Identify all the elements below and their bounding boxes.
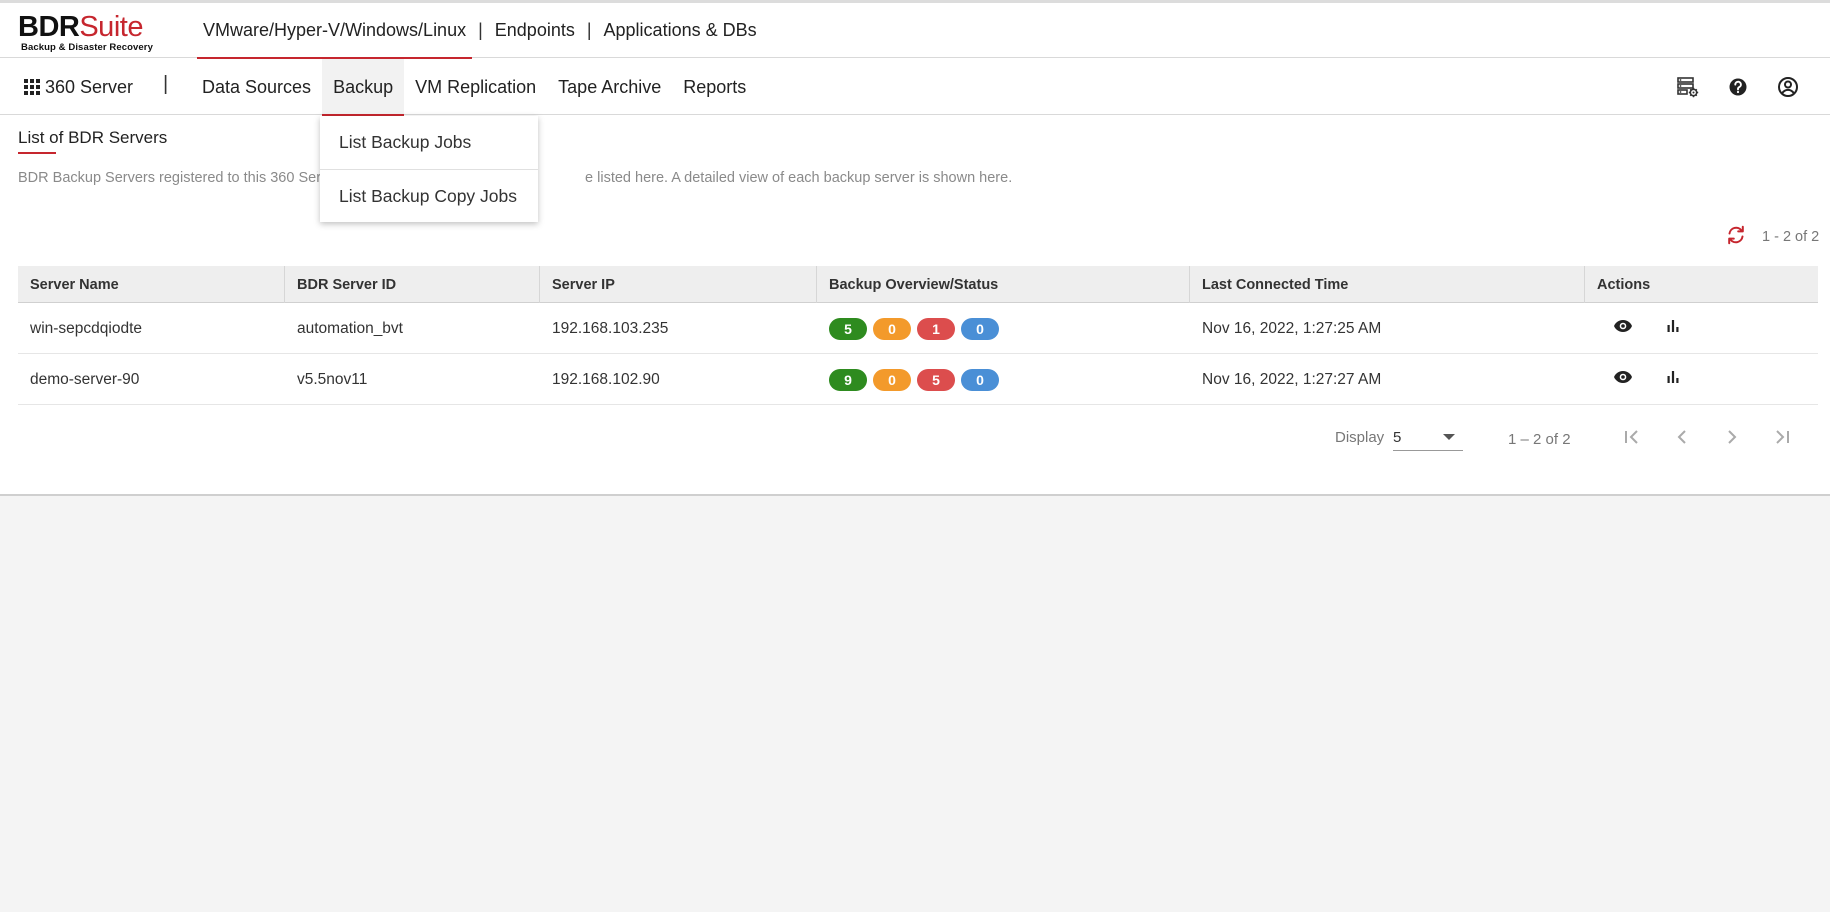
last-page-icon[interactable] bbox=[1770, 425, 1794, 449]
app-switcher-label: 360 Server bbox=[45, 76, 134, 97]
status-pill-warning[interactable]: 0 bbox=[873, 317, 911, 340]
page-description-start: BDR Backup Servers registered to this 36… bbox=[18, 170, 322, 186]
status-pill-success[interactable]: 9 bbox=[829, 368, 867, 391]
refresh-icon[interactable] bbox=[1725, 224, 1747, 246]
view-icon[interactable] bbox=[1611, 365, 1635, 389]
status-pill-success[interactable]: 5 bbox=[829, 317, 867, 340]
nav-item-data-sources[interactable]: Data Sources bbox=[191, 59, 322, 115]
backup-dropdown-menu: List Backup Jobs List Backup Copy Jobs bbox=[320, 116, 538, 222]
menu-item-list-backup-copy-jobs[interactable]: List Backup Copy Jobs bbox=[320, 169, 538, 222]
header-actions bbox=[1676, 59, 1800, 115]
product-tab-applications[interactable]: Applications & DBs bbox=[598, 3, 763, 58]
server-id-cell: automation_bvt bbox=[297, 319, 403, 337]
brand-name-bold: BDR bbox=[18, 11, 80, 43]
status-pill-failed[interactable]: 5 bbox=[917, 368, 955, 391]
table-header: Server Name BDR Server ID Server IP Back… bbox=[18, 266, 1818, 303]
record-count: 1 - 2 of 2 bbox=[1762, 229, 1820, 245]
column-header-actions: Actions bbox=[1597, 276, 1651, 293]
nav-item-reports[interactable]: Reports bbox=[672, 59, 757, 115]
row-actions bbox=[1597, 365, 1685, 389]
next-page-icon[interactable] bbox=[1720, 425, 1744, 449]
view-icon[interactable] bbox=[1611, 314, 1635, 338]
column-header-server-name[interactable]: Server Name bbox=[18, 266, 285, 303]
brand-tagline: Backup & Disaster Recovery bbox=[21, 42, 153, 53]
product-tabs: VMware/Hyper-V/Windows/Linux | Endpoints… bbox=[197, 3, 763, 59]
help-icon[interactable] bbox=[1726, 75, 1750, 99]
column-header-server-ip[interactable]: Server IP bbox=[540, 266, 817, 303]
main-nav: Data Sources Backup VM Replication Tape … bbox=[191, 59, 757, 116]
bdrsuite-logo[interactable]: BDRSuite Backup & Disaster Recovery bbox=[18, 12, 153, 53]
page-description-end: e listed here. A detailed view of each b… bbox=[585, 170, 1013, 186]
bar-chart-icon[interactable] bbox=[1661, 365, 1685, 389]
bdr-servers-table: Server Name BDR Server ID Server IP Back… bbox=[18, 266, 1818, 405]
backup-status-cell: 5 0 1 0 bbox=[817, 303, 1190, 354]
product-tab-endpoints[interactable]: Endpoints bbox=[489, 3, 581, 58]
backup-status-cell: 9 0 5 0 bbox=[817, 354, 1190, 405]
server-name-cell: demo-server-90 bbox=[30, 370, 140, 388]
first-page-icon[interactable] bbox=[1620, 425, 1644, 449]
table-row[interactable]: demo-server-90 v5.5nov11 192.168.102.90 … bbox=[18, 354, 1818, 405]
nav-item-vm-replication[interactable]: VM Replication bbox=[404, 59, 547, 115]
brand-name-light: Suite bbox=[79, 11, 143, 43]
last-connected-cell: Nov 16, 2022, 1:27:27 AM bbox=[1202, 370, 1382, 388]
page-title-underline bbox=[18, 152, 56, 154]
server-ip-cell: 192.168.103.235 bbox=[552, 319, 669, 337]
status-pill-failed[interactable]: 1 bbox=[917, 317, 955, 340]
page-range: 1 – 2 of 2 bbox=[1508, 431, 1571, 448]
table-row[interactable]: win-sepcdqiodte automation_bvt 192.168.1… bbox=[18, 303, 1818, 354]
page-size-value: 5 bbox=[1393, 429, 1402, 446]
server-ip-cell: 192.168.102.90 bbox=[552, 370, 660, 388]
actions-cell bbox=[1585, 354, 1818, 405]
server-settings-icon[interactable] bbox=[1676, 75, 1700, 99]
pagination: Display 5 1 – 2 of 2 bbox=[0, 425, 1830, 455]
page-size-select[interactable]: 5 bbox=[1393, 425, 1463, 451]
nav-separator: | bbox=[163, 73, 169, 95]
actions-cell bbox=[1585, 303, 1818, 354]
bar-chart-icon[interactable] bbox=[1661, 314, 1685, 338]
nav-item-tape-archive[interactable]: Tape Archive bbox=[547, 59, 672, 115]
server-name-cell: win-sepcdqiodte bbox=[30, 319, 143, 337]
column-header-backup-status[interactable]: Backup Overview/Status bbox=[817, 266, 1190, 303]
row-actions bbox=[1597, 314, 1685, 338]
product-tab-separator: | bbox=[478, 20, 483, 40]
caret-down-icon bbox=[1443, 434, 1455, 440]
display-label: Display bbox=[1335, 429, 1385, 446]
previous-page-icon[interactable] bbox=[1670, 425, 1694, 449]
grid-icon bbox=[24, 79, 40, 95]
nav-item-backup[interactable]: Backup bbox=[322, 59, 405, 116]
column-header-last-connected[interactable]: Last Connected Time bbox=[1190, 266, 1585, 303]
column-header-server-id[interactable]: BDR Server ID bbox=[285, 266, 540, 303]
status-pill-running[interactable]: 0 bbox=[961, 368, 999, 391]
app-switcher[interactable]: 360 Server bbox=[24, 59, 133, 115]
product-tab-vmware[interactable]: VMware/Hyper-V/Windows/Linux bbox=[197, 3, 473, 59]
status-pills: 5 0 1 0 bbox=[829, 317, 999, 340]
pagination-buttons bbox=[1620, 425, 1794, 449]
page-title: List of BDR Servers bbox=[18, 128, 168, 147]
status-pills: 9 0 5 0 bbox=[829, 368, 999, 391]
status-pill-warning[interactable]: 0 bbox=[873, 368, 911, 391]
last-connected-cell: Nov 16, 2022, 1:27:25 AM bbox=[1202, 319, 1382, 337]
menu-item-list-backup-jobs[interactable]: List Backup Jobs bbox=[320, 116, 538, 169]
main-nav-bar: 360 Server | Data Sources Backup VM Repl… bbox=[0, 59, 1830, 116]
product-header: BDRSuite Backup & Disaster Recovery VMwa… bbox=[0, 3, 1830, 59]
status-pill-running[interactable]: 0 bbox=[961, 317, 999, 340]
product-tab-separator: | bbox=[586, 20, 592, 40]
brand-name: BDRSuite bbox=[18, 12, 153, 42]
server-id-cell: v5.5nov11 bbox=[297, 370, 368, 388]
user-account-icon[interactable] bbox=[1776, 75, 1800, 99]
